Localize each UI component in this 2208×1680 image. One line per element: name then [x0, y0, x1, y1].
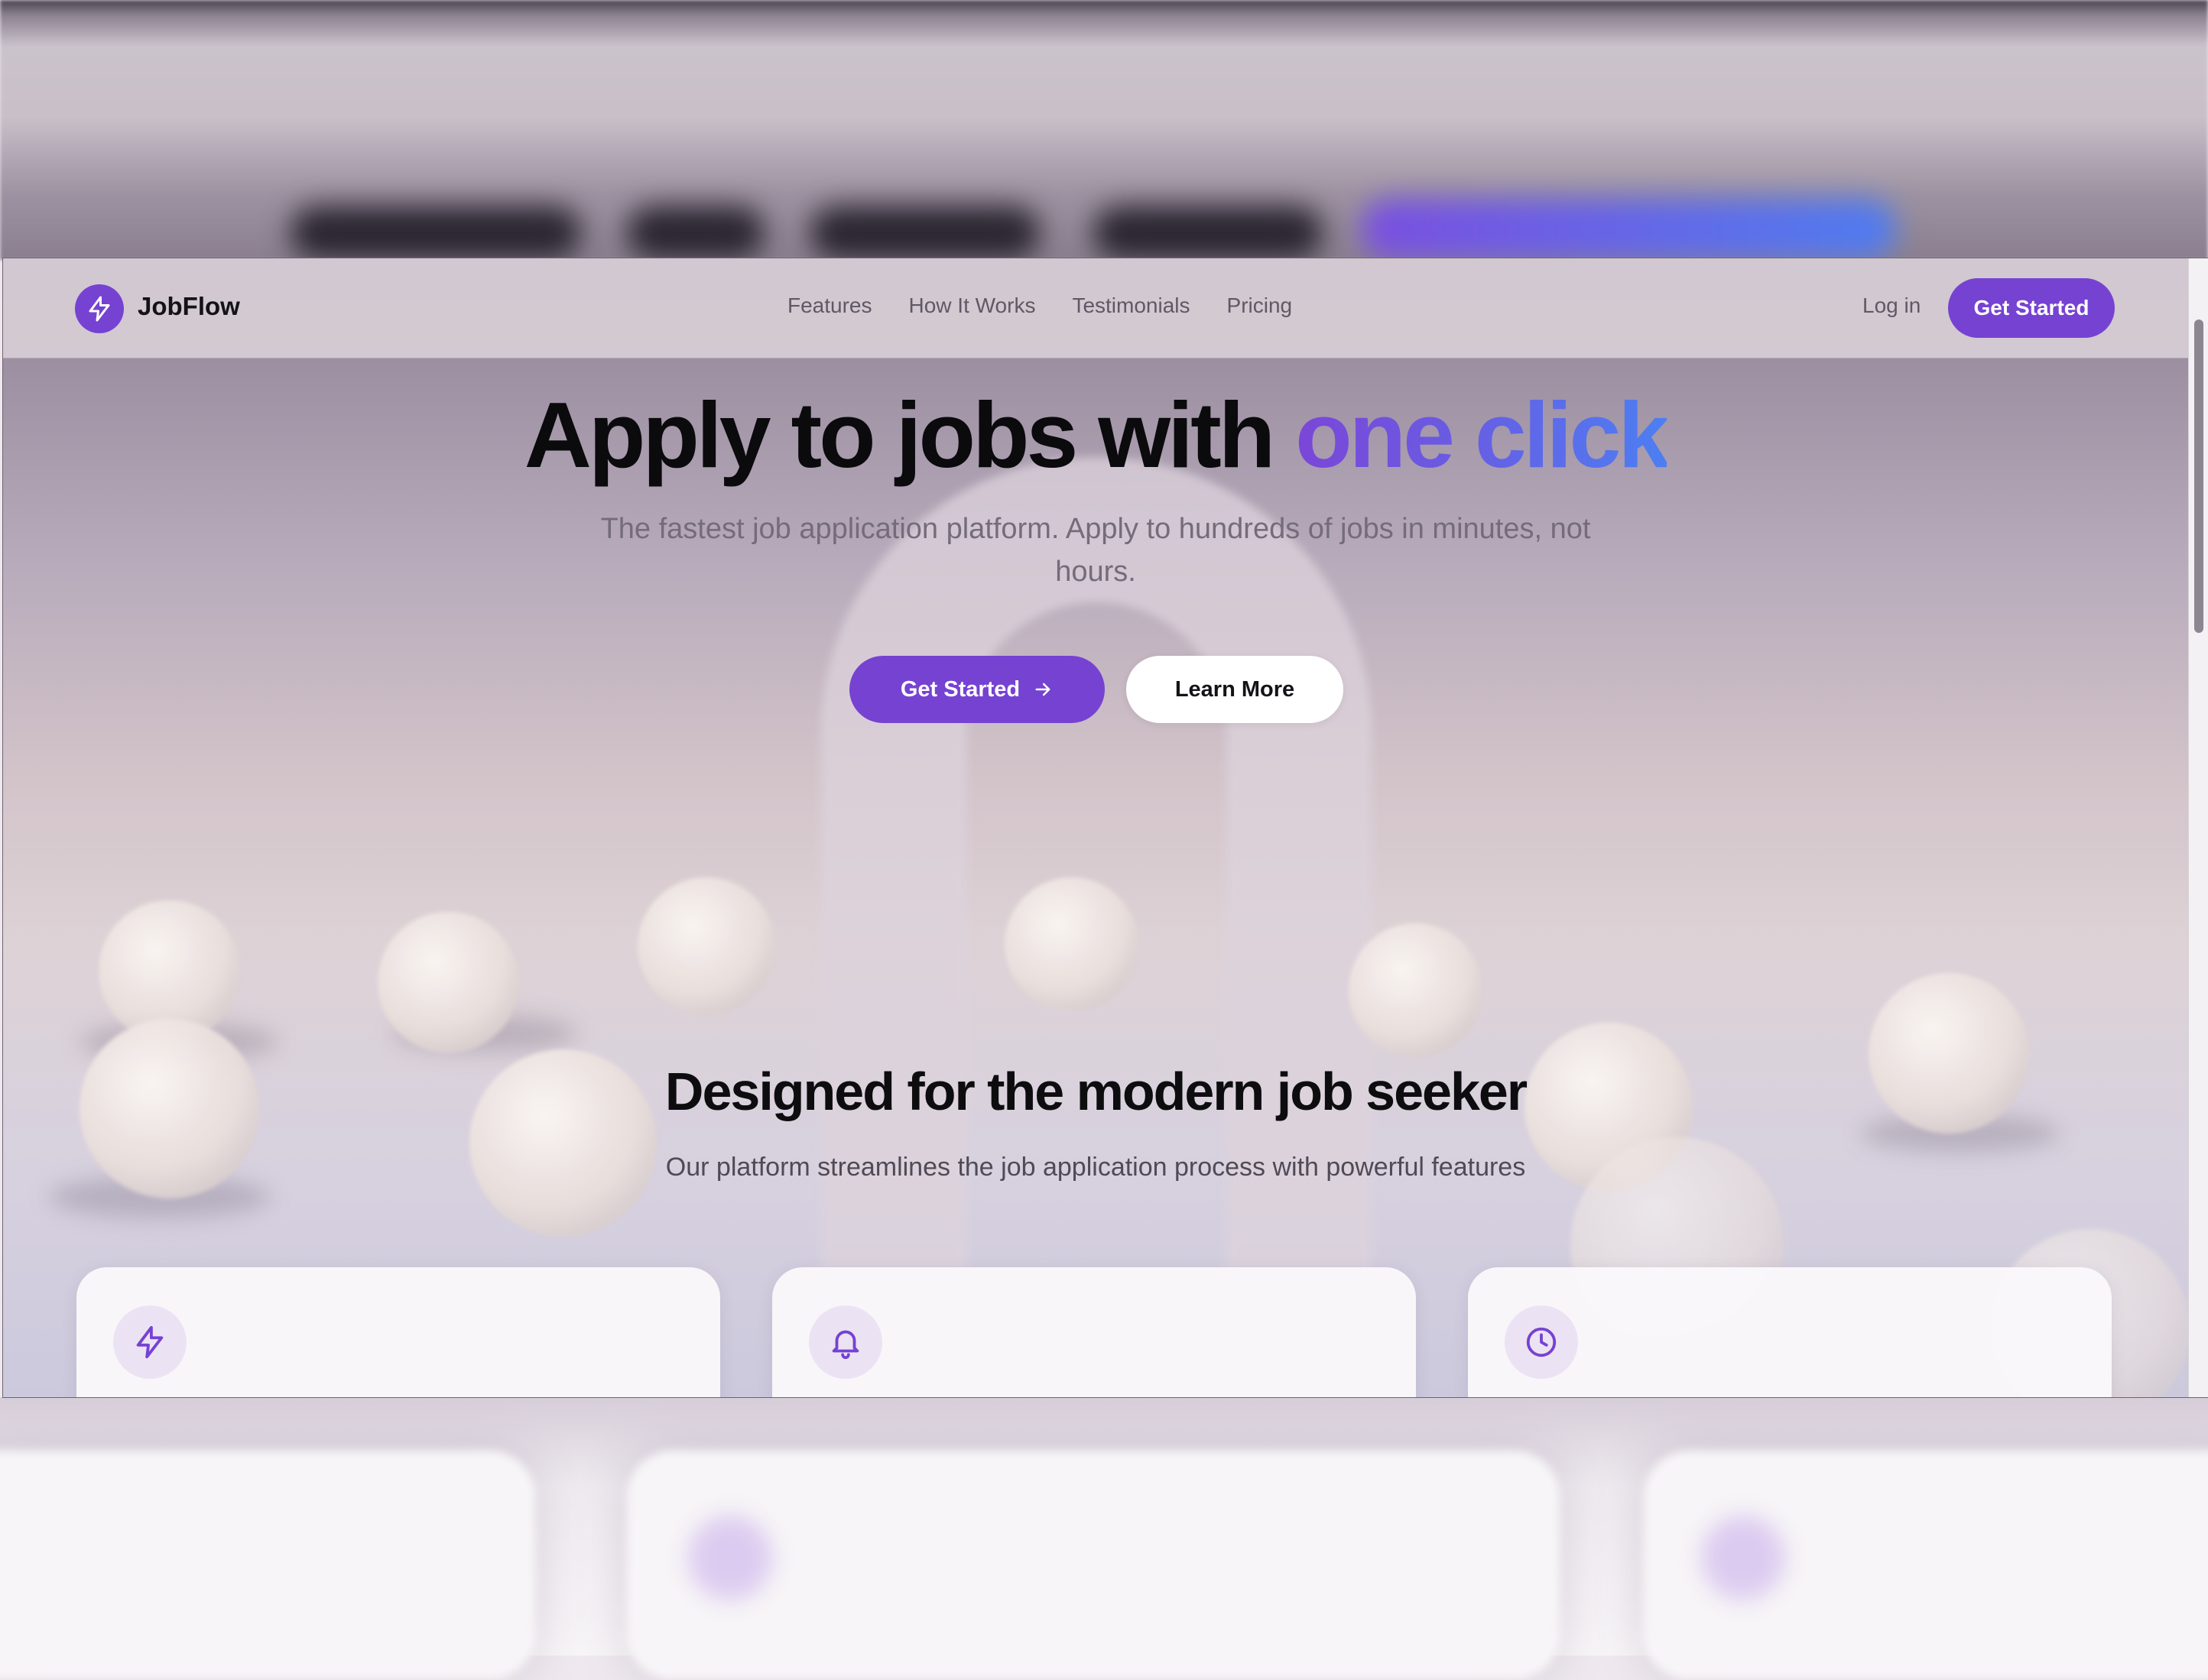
blurred-shape: [627, 206, 765, 260]
blurred-icon: [688, 1516, 772, 1600]
sphere: [1349, 923, 1482, 1057]
hero-title: Apply to jobs with one click: [3, 388, 2188, 482]
features-subtitle: Our platform streamlines the job applica…: [665, 1153, 1526, 1182]
feature-card-time: [1468, 1267, 2112, 1397]
scrollbar-thumb[interactable]: [2194, 319, 2203, 633]
feature-icon-wrap: [1505, 1305, 1578, 1379]
feature-icon-wrap: [113, 1305, 187, 1379]
sphere: [638, 877, 775, 1015]
bolt-icon: [89, 296, 110, 322]
blurred-backdrop-bottom: [0, 1397, 2208, 1680]
feature-icon-wrap: [809, 1305, 882, 1379]
get-started-button[interactable]: Get Started: [849, 656, 1105, 723]
hero-subtitle: The fastest job application platform. Ap…: [600, 513, 1591, 588]
top-navbar: JobFlow Features How It Works Testimonia…: [3, 258, 2188, 358]
nav-link-features[interactable]: Features: [787, 294, 872, 318]
bell-icon: [832, 1330, 859, 1360]
hero-title-accent: one click: [1295, 383, 1670, 487]
blurred-shape: [291, 206, 581, 260]
blurred-card: [0, 1451, 535, 1680]
nav-links: Features How It Works Testimonials Prici…: [787, 294, 1292, 318]
bolt-icon: [136, 1325, 164, 1359]
blurred-shape: [1093, 206, 1323, 260]
login-link[interactable]: Log in: [1862, 294, 1921, 318]
hero-title-main: Apply to jobs with: [524, 383, 1296, 487]
blurred-shape: [1361, 199, 1896, 260]
learn-more-button[interactable]: Learn More: [1126, 656, 1343, 723]
get-started-label: Get Started: [900, 676, 1021, 702]
nav-link-pricing[interactable]: Pricing: [1227, 294, 1293, 318]
blurred-backdrop-top: [0, 0, 2208, 260]
vertical-scrollbar[interactable]: [2188, 258, 2208, 1397]
feature-card-alerts: [772, 1267, 1416, 1397]
feature-card-one-click: [76, 1267, 720, 1397]
brand-name[interactable]: JobFlow: [138, 292, 240, 321]
nav-link-how-it-works[interactable]: How It Works: [909, 294, 1036, 318]
nav-get-started-button[interactable]: Get Started: [1948, 278, 2115, 338]
nav-link-testimonials[interactable]: Testimonials: [1072, 294, 1190, 318]
blurred-icon: [1701, 1516, 1785, 1600]
brand-logo[interactable]: [75, 284, 124, 333]
blurred-shape: [810, 206, 1040, 260]
sphere: [1005, 877, 1138, 1011]
clock-icon: [1526, 1327, 1557, 1357]
browser-viewport: JobFlow Features How It Works Testimonia…: [3, 258, 2208, 1397]
features-title: Designed for the modern job seeker: [664, 1062, 1528, 1121]
arrow-right-icon: [1035, 683, 1050, 696]
sphere: [378, 912, 519, 1053]
